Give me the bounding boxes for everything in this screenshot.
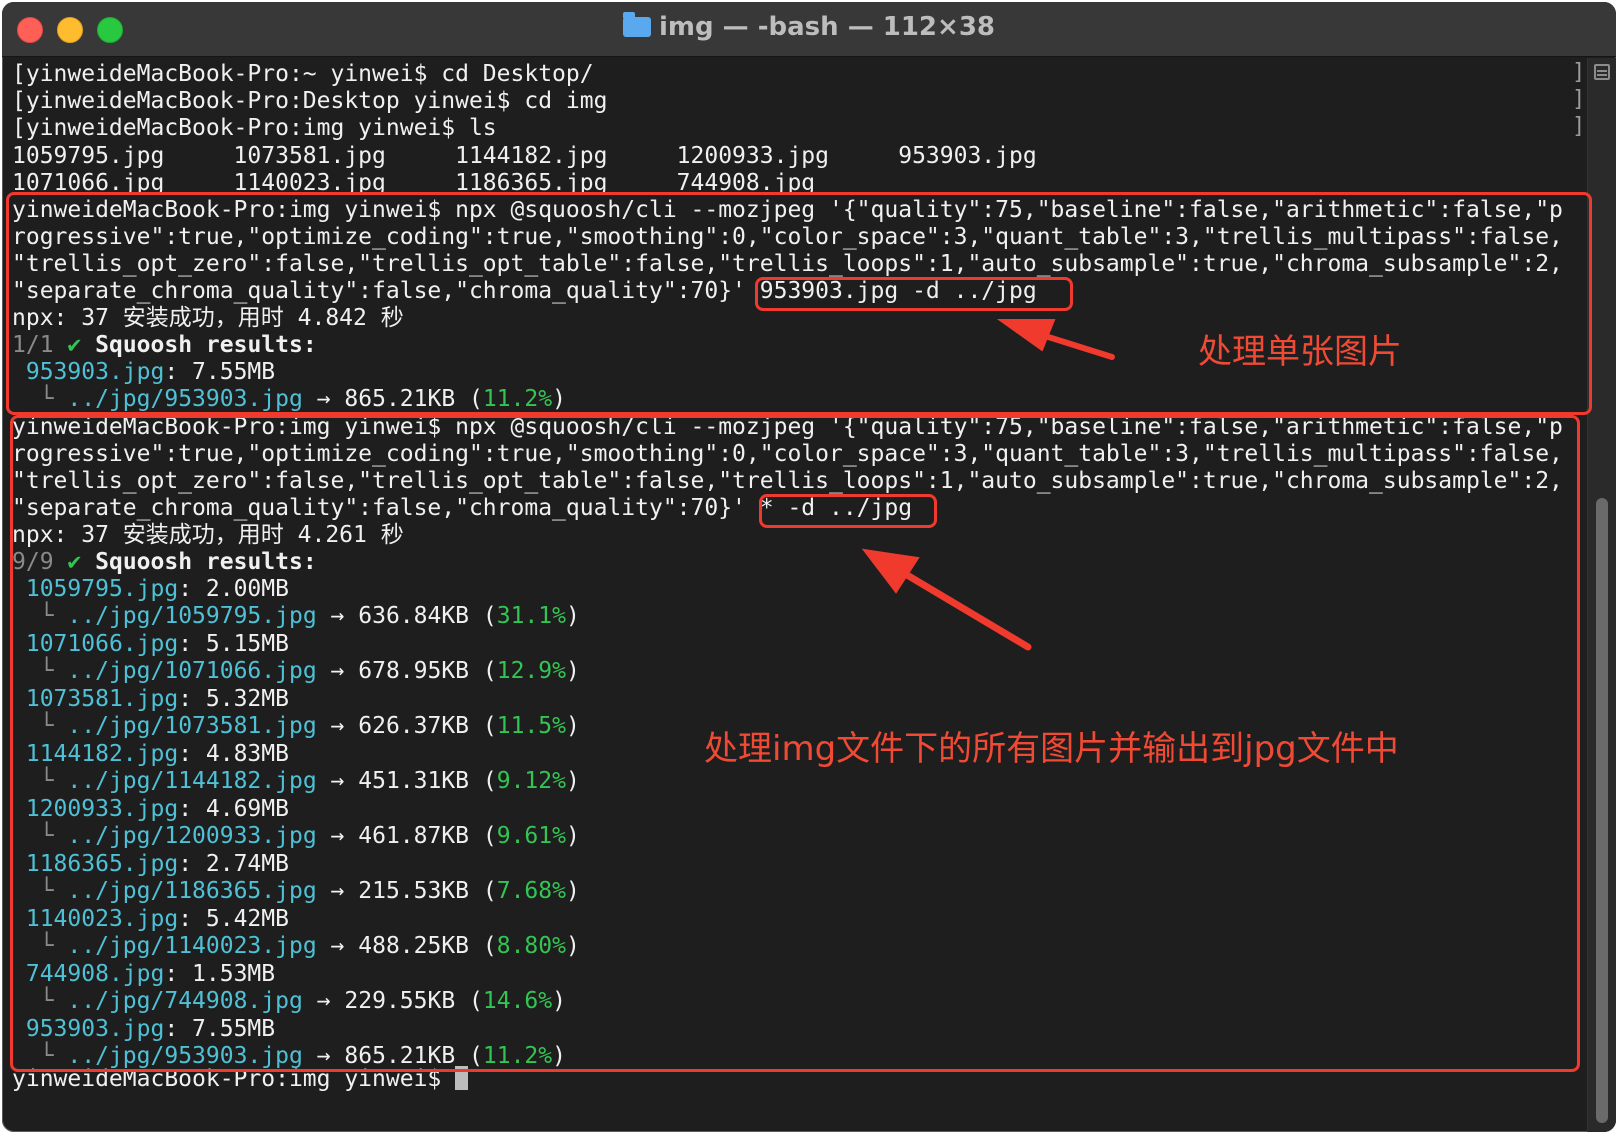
arrow-batch-head (861, 548, 920, 594)
arrow-single-shaft (1039, 332, 1115, 360)
annotation-arrows (861, 319, 1115, 651)
arrow-single-head (996, 319, 1056, 352)
terminal-window: img — -bash — 112×38 [yinweideMacBook-Pr… (2, 2, 1616, 1132)
arrow-batch-shaft (898, 568, 1032, 651)
